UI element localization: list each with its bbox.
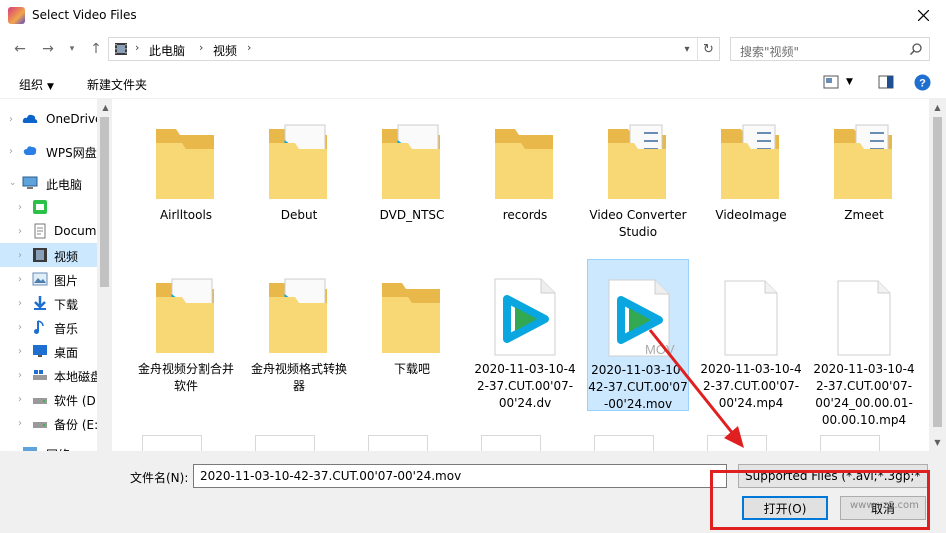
annotation-arrow xyxy=(648,329,744,448)
watermark: www.xz8.com xyxy=(850,500,919,511)
